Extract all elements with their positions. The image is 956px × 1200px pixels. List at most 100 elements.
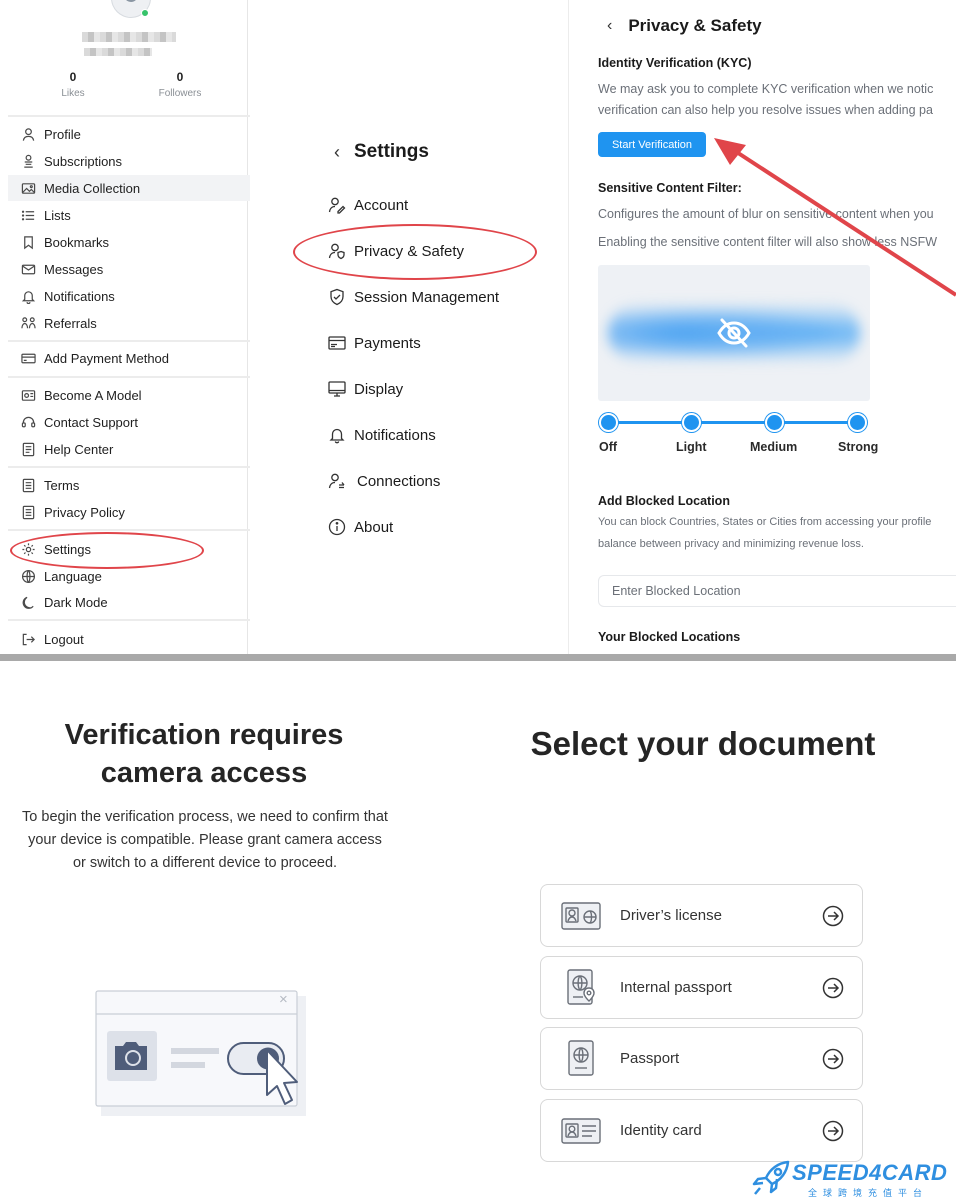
arrow-right-circle-icon (822, 1120, 844, 1141)
blocked-location-input[interactable] (598, 575, 956, 607)
privacy-header: ‹ Privacy & Safety (607, 16, 762, 36)
sidebar-item-label: Subscriptions (44, 153, 123, 169)
card-icon (20, 350, 36, 366)
annotation-arrow (714, 138, 956, 297)
document-option-drivers-license[interactable]: Driver’s license (540, 884, 863, 947)
sidebar-divider (8, 529, 250, 531)
likes-count: 0 (69, 70, 77, 84)
sidebar-item-subscriptions[interactable]: Subscriptions (8, 148, 250, 174)
info-icon (328, 517, 350, 537)
arrow-right-circle-icon (822, 905, 844, 926)
brand-tagline: 全球跨境充值平台 (808, 1188, 929, 1198)
passport-icon (568, 1039, 594, 1076)
sidebar-item-label: Referrals (44, 315, 97, 331)
sidebar-item-bookmarks[interactable]: Bookmarks (8, 229, 250, 255)
likes-stat[interactable]: 0 Likes (38, 70, 108, 99)
mail-icon (20, 261, 36, 277)
brand-name: SPEED4CARD (792, 1160, 948, 1185)
sidebar-item-become-a-model[interactable]: Become A Model (8, 382, 250, 408)
followers-label: Followers (158, 88, 202, 99)
settings-item-about[interactable]: About (328, 512, 393, 542)
camera-access-description: To begin the verification process, we ne… (22, 809, 388, 871)
document-icon (20, 504, 36, 520)
filter-slider-track[interactable] (608, 421, 858, 424)
arrow-right-circle-icon (822, 1048, 844, 1069)
sidebar-item-contact-support[interactable]: Contact Support (8, 409, 250, 435)
settings-item-session-management[interactable]: Session Management (328, 282, 499, 312)
settings-item-label: Notifications (354, 426, 436, 444)
your-blocked-locations-heading: Your Blocked Locations (598, 630, 741, 644)
sidebar-item-lists[interactable]: Lists (8, 202, 250, 228)
sidebar-item-label: Language (44, 568, 102, 584)
camera-access-heading: Verification requires camera access (64, 719, 344, 789)
sidebar-item-label: Profile (44, 126, 81, 142)
sidebar-item-label: Dark Mode (44, 594, 108, 610)
sidebar-item-referrals[interactable]: Referrals (8, 310, 250, 336)
sidebar-item-terms[interactable]: Terms (8, 472, 250, 498)
start-verification-button[interactable]: Start Verification (598, 132, 706, 157)
back-chevron-icon[interactable]: ‹ (334, 142, 340, 163)
image-icon (20, 180, 36, 196)
sidebar-divider (8, 619, 250, 621)
filter-stop-light[interactable] (682, 413, 701, 432)
blurred-username (82, 32, 176, 42)
bookmark-icon (20, 234, 36, 250)
page-title: Settings (354, 141, 429, 162)
settings-item-connections[interactable]: Connections (328, 466, 440, 496)
sidebar-item-logout[interactable]: Logout (8, 626, 250, 652)
document-option-internal-passport[interactable]: Internal passport (540, 956, 863, 1019)
sidebar-item-notifications[interactable]: Notifications (8, 283, 250, 309)
sidebar-item-help-center[interactable]: Help Center (8, 436, 250, 462)
logout-icon (20, 631, 36, 647)
blocked-location-heading: Add Blocked Location (598, 494, 730, 508)
bell-icon (20, 288, 36, 304)
select-document-heading: Select your document (530, 725, 876, 762)
document-icon (20, 477, 36, 493)
sidebar-item-media-collection[interactable]: Media Collection (8, 175, 250, 201)
filter-stop-strong[interactable] (848, 413, 867, 432)
bell-icon (328, 425, 350, 445)
settings-item-account[interactable]: Account (328, 190, 408, 220)
brand-watermark: SPEED4CARD 全球跨境充值平台 (752, 1160, 952, 1198)
screenshot-divider (0, 654, 956, 661)
settings-item-label: Account (354, 196, 409, 214)
settings-panel: ‹ Settings Account Privacy & Safety Sess… (252, 0, 566, 654)
settings-item-label: Session Management (354, 288, 500, 306)
online-status-dot (141, 9, 149, 17)
rocket-logo-icon (752, 1160, 790, 1195)
settings-item-display[interactable]: Display (328, 374, 403, 404)
filter-stop-off[interactable] (599, 413, 618, 432)
sidebar-item-dark-mode[interactable]: Dark Mode (8, 589, 250, 615)
filter-label-strong: Strong (838, 440, 879, 454)
sidebar-item-add-payment-method[interactable]: Add Payment Method (8, 345, 250, 371)
sidebar-item-label: Notifications (44, 288, 115, 304)
browser-window-illustration (95, 990, 306, 1116)
sidebar-item-privacy-policy[interactable]: Privacy Policy (8, 499, 250, 525)
settings-item-label: Connections (357, 472, 441, 490)
document-option-identity-card[interactable]: Identity card (540, 1099, 863, 1162)
close-icon[interactable]: × (279, 991, 288, 1008)
book-icon (20, 441, 36, 457)
sidebar-item-label: Logout (44, 631, 84, 647)
support-icon (20, 414, 36, 430)
followers-stat[interactable]: 0 Followers (145, 70, 215, 99)
sidebar-item-profile[interactable]: Profile (8, 121, 250, 147)
sidebar-item-label: Terms (44, 477, 80, 493)
user-silhouette-icon (124, 0, 138, 2)
settings-item-notifications[interactable]: Notifications (328, 420, 436, 450)
sidebar-divider (8, 376, 250, 378)
sidebar-item-label: Contact Support (44, 414, 138, 430)
globe-icon (20, 568, 36, 584)
document-option-label: Internal passport (620, 979, 732, 996)
back-chevron-icon[interactable]: ‹ (607, 17, 612, 35)
settings-item-label: Display (354, 380, 404, 398)
document-option-passport[interactable]: Passport (540, 1027, 863, 1090)
sidebar-item-messages[interactable]: Messages (8, 256, 250, 282)
avatar[interactable] (111, 0, 151, 18)
settings-item-payments[interactable]: Payments (328, 328, 421, 358)
blurred-handle (84, 48, 152, 56)
filter-label-light: Light (676, 440, 707, 454)
blocked-location-description-2: balance between privacy and minimizing r… (598, 538, 864, 550)
sidebar-divider (8, 115, 250, 117)
filter-stop-medium[interactable] (765, 413, 784, 432)
